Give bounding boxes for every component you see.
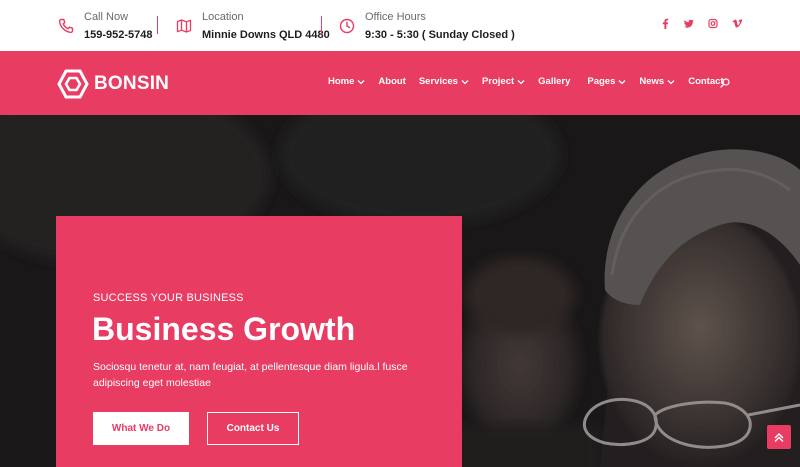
nav-item-label: Project — [481, 76, 515, 87]
hero-description: Sociosqu tenetur at, nam feugiat, at pel… — [93, 361, 408, 389]
hero-content-card: SUCCESS YOUR BUSINESS Business Growth So… — [56, 216, 462, 467]
search-button[interactable] — [720, 78, 732, 90]
nav-item-project[interactable]: Project — [482, 76, 525, 87]
nav-item-about[interactable]: About — [378, 76, 405, 87]
instagram-icon[interactable] — [708, 18, 718, 30]
nav-item-home[interactable]: Home — [328, 76, 365, 87]
nav-item-label: Pages — [587, 76, 616, 87]
nav-item-label: Gallery — [538, 76, 571, 87]
hero-section: SUCCESS YOUR BUSINESS Business Growth So… — [0, 115, 800, 467]
call-label: Call Now — [84, 11, 129, 23]
main-navbar: BONSIN Home About Services Project Galle… — [0, 51, 800, 115]
hexagon-logo-icon — [57, 69, 89, 99]
brand-name: BONSIN — [94, 73, 170, 94]
nav-item-services[interactable]: Services — [419, 76, 469, 87]
what-we-do-button[interactable]: What We Do — [93, 412, 189, 445]
facebook-icon[interactable] — [660, 18, 670, 30]
nav-item-label: Home — [328, 76, 355, 87]
twitter-icon[interactable] — [684, 18, 694, 30]
hero-title: Business Growth — [92, 311, 356, 347]
call-info: Call Now 159-952-5748 — [58, 11, 153, 42]
hours-info: Office Hours 9:30 - 5:30 ( Sunday Closed… — [339, 11, 515, 42]
search-icon — [720, 78, 730, 88]
top-info-bar: Call Now 159-952-5748 Location Minnie Do… — [0, 0, 800, 51]
hours-value: 9:30 - 5:30 ( Sunday Closed ) — [365, 29, 515, 41]
divider — [157, 16, 158, 34]
phone-icon — [58, 18, 74, 34]
nav-item-label: Contact — [688, 76, 724, 87]
chevron-down-icon — [357, 79, 365, 84]
nav-item-label: News — [639, 76, 665, 87]
location-label: Location — [202, 11, 244, 23]
location-value: Minnie Downs QLD 4480 — [202, 29, 330, 41]
nav-item-pages[interactable]: Pages — [587, 76, 626, 87]
nav-item-contact[interactable]: Contact — [688, 76, 723, 87]
nav-item-gallery[interactable]: Gallery — [538, 76, 570, 87]
brand-logo[interactable]: BONSIN — [57, 69, 169, 99]
call-number[interactable]: 159-952-5748 — [84, 28, 153, 42]
social-links — [660, 18, 742, 30]
vimeo-icon[interactable] — [732, 18, 742, 30]
nav-item-news[interactable]: News — [639, 76, 675, 87]
divider — [321, 16, 322, 34]
location-info: Location Minnie Downs QLD 4480 — [176, 11, 330, 42]
nav-item-label: About — [378, 76, 406, 87]
nav-item-label: Services — [418, 76, 458, 87]
nav-menu: Home About Services Project Gallery Page… — [328, 76, 724, 87]
map-icon — [176, 18, 192, 34]
double-chevron-up-icon — [774, 432, 784, 442]
chevron-down-icon — [461, 79, 469, 84]
hero-kicker: SUCCESS YOUR BUSINESS — [93, 292, 244, 304]
contact-us-button[interactable]: Contact Us — [207, 412, 299, 445]
chevron-down-icon — [618, 79, 626, 84]
hours-label: Office Hours — [365, 11, 426, 23]
chevron-down-icon — [667, 79, 675, 84]
clock-icon — [339, 18, 355, 34]
chevron-down-icon — [517, 79, 525, 84]
scroll-to-top-button[interactable] — [767, 425, 791, 449]
